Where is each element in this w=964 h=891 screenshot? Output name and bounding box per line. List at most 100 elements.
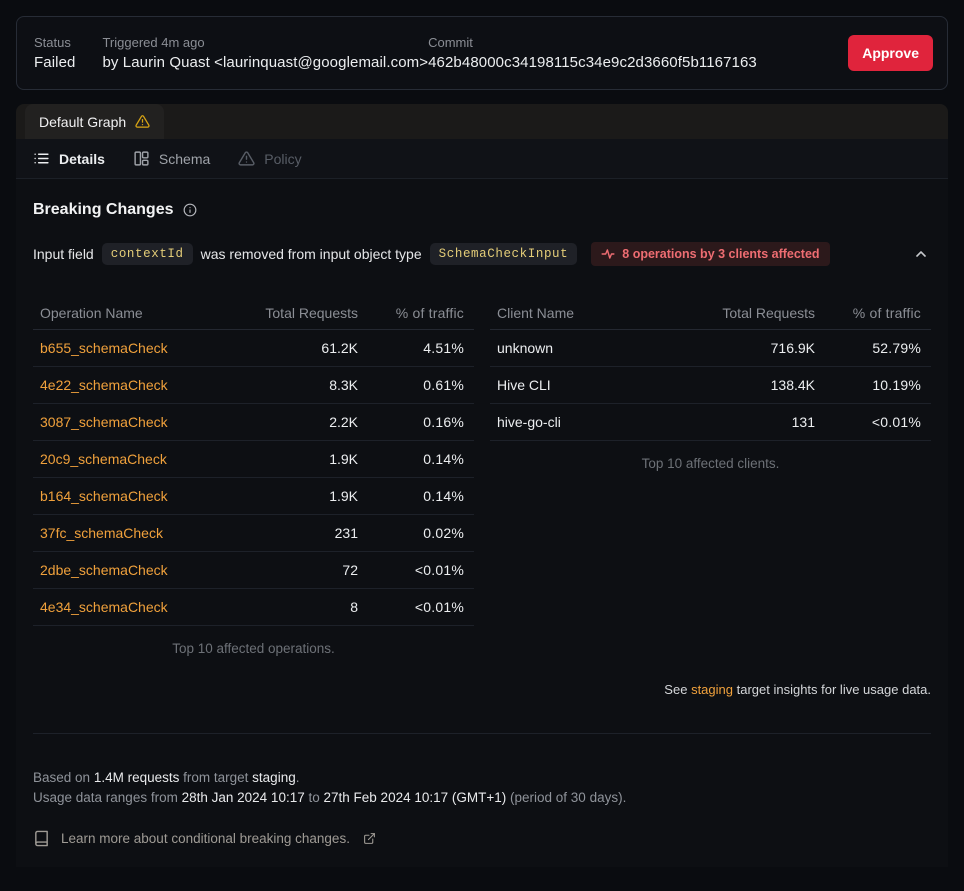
field-name-chip: contextId [102, 243, 193, 265]
table-row: 20c9_schemaCheck 1.9K 0.14% [33, 441, 474, 478]
commit-label: Commit [428, 35, 757, 50]
based-prefix: Based on [33, 770, 90, 785]
operation-requests: 1.9K [233, 451, 358, 467]
breaking-change-accordion-header[interactable]: Input field contextId was removed from i… [33, 242, 931, 266]
client-name: Hive CLI [497, 377, 690, 393]
operation-link[interactable]: 3087_schemaCheck [40, 414, 168, 430]
usage-range-line: Usage data ranges from 28th Jan 2024 10:… [33, 788, 931, 808]
breaking-changes-title: Breaking Changes [33, 201, 931, 219]
operation-traffic: 0.02% [358, 525, 464, 541]
affected-usage-tables: Operation Name Total Requests % of traff… [33, 296, 931, 656]
graph-tabstrip: Default Graph [16, 104, 948, 139]
based-suffix: . [296, 770, 300, 785]
column-total-requests: Total Requests [690, 305, 815, 321]
check-status-card: Status Failed Triggered 4m ago by Laurin… [16, 16, 948, 90]
table-row: Hive CLI 138.4K 10.19% [490, 367, 931, 404]
triggered-author: by Laurin Quast <laurinquast@googlemail.… [102, 54, 428, 71]
tab-default-graph[interactable]: Default Graph [25, 104, 164, 139]
operation-requests: 231 [233, 525, 358, 541]
client-requests: 131 [690, 414, 815, 430]
range-end-date: 27th Feb 2024 10:17 (GMT+1) [324, 790, 507, 805]
column-client-name: Client Name [497, 305, 690, 321]
check-nav: Details Schema Policy [16, 139, 948, 179]
insights-prefix: See [664, 682, 687, 697]
range-start-date: 28th Jan 2024 10:17 [182, 790, 305, 805]
column-traffic: % of traffic [815, 305, 921, 321]
approve-button[interactable]: Approve [848, 35, 933, 71]
collapse-chevron-up-icon[interactable] [911, 244, 931, 264]
tab-schema[interactable]: Schema [133, 150, 210, 167]
client-name: unknown [497, 340, 690, 356]
table-row: hive-go-cli 131 <0.01% [490, 404, 931, 441]
operation-link[interactable]: 4e34_schemaCheck [40, 599, 168, 615]
operation-traffic: 0.14% [358, 451, 464, 467]
insights-note: See staging target insights for live usa… [33, 682, 931, 697]
client-name: hive-go-cli [497, 414, 690, 430]
external-link-icon [363, 832, 376, 845]
operation-requests: 72 [233, 562, 358, 578]
footer-divider [33, 733, 931, 734]
range-suffix: (period of 30 days). [510, 790, 626, 805]
table-row: b164_schemaCheck 1.9K 0.14% [33, 478, 474, 515]
status-label: Status [34, 35, 75, 50]
status-group: Status Failed [34, 35, 75, 71]
client-traffic: <0.01% [815, 414, 921, 430]
clients-caption: Top 10 affected clients. [490, 456, 931, 471]
learn-more-link[interactable]: Learn more about conditional breaking ch… [33, 830, 931, 847]
operation-link[interactable]: b164_schemaCheck [40, 488, 168, 504]
breaking-changes-heading: Breaking Changes [33, 201, 173, 219]
operation-link[interactable]: 37fc_schemaCheck [40, 525, 163, 541]
operation-requests: 1.9K [233, 488, 358, 504]
operation-link[interactable]: b655_schemaCheck [40, 340, 168, 356]
operations-table-header: Operation Name Total Requests % of traff… [33, 296, 474, 330]
table-row: 3087_schemaCheck 2.2K 0.16% [33, 404, 474, 441]
schema-icon [133, 150, 150, 167]
tab-policy-label: Policy [264, 151, 301, 167]
details-content: Breaking Changes Input field contextId w… [16, 201, 948, 867]
range-to: to [308, 790, 319, 805]
alert-triangle-icon [135, 114, 150, 129]
operation-traffic: <0.01% [358, 599, 464, 615]
operation-requests: 8 [233, 599, 358, 615]
type-name-chip: SchemaCheckInput [430, 243, 578, 265]
tab-details[interactable]: Details [33, 150, 105, 167]
affected-operations-badge: 8 operations by 3 clients affected [591, 242, 829, 266]
triggered-group: Triggered 4m ago by Laurin Quast <laurin… [102, 35, 428, 71]
staging-target-link[interactable]: staging [691, 682, 733, 697]
operation-link[interactable]: 20c9_schemaCheck [40, 451, 167, 467]
clients-table: Client Name Total Requests % of traffic … [490, 296, 931, 656]
commit-group: Commit 462b48000c34198115c34e9c2d3660f5b… [428, 35, 757, 71]
column-operation-name: Operation Name [40, 305, 233, 321]
table-row: b655_schemaCheck 61.2K 4.51% [33, 330, 474, 367]
schema-check-panel: Default Graph Details Schema Policy [16, 104, 948, 867]
change-text-prefix: Input field [33, 246, 94, 262]
operation-link[interactable]: 4e22_schemaCheck [40, 377, 168, 393]
tab-policy[interactable]: Policy [238, 150, 301, 167]
client-traffic: 10.19% [815, 377, 921, 393]
tab-details-label: Details [59, 151, 105, 167]
clients-table-header: Client Name Total Requests % of traffic [490, 296, 931, 330]
operations-caption: Top 10 affected operations. [33, 641, 474, 656]
client-requests: 716.9K [690, 340, 815, 356]
list-icon [33, 150, 50, 167]
table-row: 37fc_schemaCheck 231 0.02% [33, 515, 474, 552]
target-name: staging [252, 770, 296, 785]
range-prefix: Usage data ranges from [33, 790, 178, 805]
activity-pulse-icon [601, 247, 615, 261]
table-row: unknown 716.9K 52.79% [490, 330, 931, 367]
operation-link[interactable]: 2dbe_schemaCheck [40, 562, 168, 578]
client-traffic: 52.79% [815, 340, 921, 356]
change-text-middle: was removed from input object type [201, 246, 422, 262]
table-row: 4e22_schemaCheck 8.3K 0.61% [33, 367, 474, 404]
operation-requests: 2.2K [233, 414, 358, 430]
usage-footer: Based on 1.4M requests from target stagi… [33, 768, 931, 808]
info-icon[interactable] [183, 203, 197, 217]
usage-summary-line: Based on 1.4M requests from target stagi… [33, 768, 931, 788]
affected-badge-label: 8 operations by 3 clients affected [622, 247, 819, 261]
book-icon [33, 830, 50, 847]
status-value: Failed [34, 54, 75, 71]
operation-traffic: 0.16% [358, 414, 464, 430]
tab-schema-label: Schema [159, 151, 210, 167]
operation-traffic: 0.14% [358, 488, 464, 504]
operation-traffic: <0.01% [358, 562, 464, 578]
